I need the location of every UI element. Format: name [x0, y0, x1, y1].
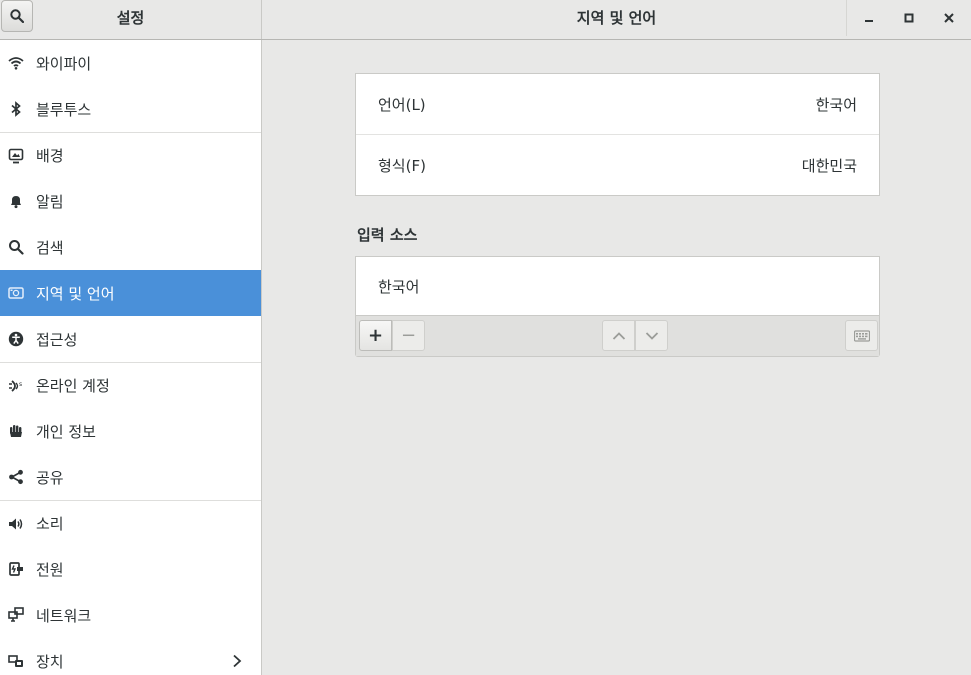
move-up-button[interactable]	[602, 320, 635, 351]
minus-icon: −	[400, 325, 417, 346]
sidebar-item-label: 와이파이	[36, 54, 92, 73]
add-input-source-button[interactable]: +	[359, 320, 392, 351]
chevron-up-icon	[612, 331, 625, 340]
sidebar-item-power[interactable]: 전원	[0, 546, 261, 592]
sidebar-title: 설정	[116, 9, 145, 27]
plus-icon: +	[367, 325, 384, 346]
chevron-right-icon	[233, 654, 242, 668]
svg-text:s: s	[19, 381, 22, 388]
input-sources-title: 입력 소스	[357, 226, 418, 244]
devices-icon	[8, 653, 24, 669]
sidebar-item-bluetooth[interactable]: 블루투스	[0, 86, 261, 132]
language-formats-card: 언어(L) 한국어 형식(F) 대한민국	[355, 73, 880, 196]
close-icon	[944, 13, 954, 23]
header-bar: 설정 지역 및 언어	[0, 0, 971, 40]
keyboard-layout-button[interactable]	[845, 320, 878, 351]
sidebar-header: 설정	[0, 0, 262, 39]
formats-row[interactable]: 형식(F) 대한민국	[356, 134, 879, 195]
bell-icon	[8, 193, 24, 209]
background-icon	[8, 148, 24, 164]
maximize-button[interactable]	[897, 6, 921, 30]
sidebar-item-label: 블루투스	[36, 100, 92, 119]
sidebar-item-notifications[interactable]: 알림	[0, 178, 261, 224]
speaker-icon	[8, 516, 24, 532]
sidebar-item-label: 검색	[36, 238, 64, 257]
main-panel: 언어(L) 한국어 형식(F) 대한민국 입력 소스 한국어 + −	[262, 40, 971, 675]
sidebar-item-label: 배경	[36, 147, 64, 165]
minimize-button[interactable]	[857, 6, 881, 30]
sidebar-item-label: 공유	[36, 468, 64, 487]
sidebar-item-label: 소리	[36, 515, 64, 533]
privacy-hand-icon	[8, 423, 24, 439]
sidebar-item-label: 접근성	[36, 330, 78, 349]
sidebar-item-label: 온라인 계정	[36, 377, 110, 395]
language-label: 언어(L)	[378, 95, 426, 114]
sidebar-item-label: 장치	[36, 652, 64, 671]
remove-input-source-button[interactable]: −	[392, 320, 425, 351]
formats-label: 형식(F)	[378, 156, 426, 175]
network-icon	[8, 607, 24, 623]
sidebar-item-label: 전원	[36, 560, 64, 579]
input-source-row[interactable]: 한국어	[356, 257, 879, 315]
region-icon	[8, 285, 24, 301]
window-controls	[846, 0, 971, 36]
sidebar-item-label: 알림	[36, 192, 64, 211]
minimize-icon	[865, 20, 873, 22]
formats-value: 대한민국	[801, 156, 857, 175]
input-source-label: 한국어	[378, 277, 420, 296]
keyboard-icon	[853, 329, 870, 342]
sidebar-item-search[interactable]: 검색	[0, 224, 261, 270]
sidebar-item-label: 네트워크	[36, 606, 92, 625]
maximize-icon	[904, 13, 914, 23]
language-value: 한국어	[815, 95, 857, 114]
share-icon	[8, 469, 24, 485]
sidebar-item-online-accounts[interactable]: s 온라인 계정	[0, 362, 261, 408]
input-sources-toolbar: + −	[356, 315, 879, 356]
wifi-icon	[8, 55, 24, 71]
sidebar-item-privacy[interactable]: 개인 정보	[0, 408, 261, 454]
bluetooth-icon	[8, 101, 24, 117]
sidebar-item-background[interactable]: 배경	[0, 132, 261, 178]
sidebar-item-wifi[interactable]: 와이파이	[0, 40, 261, 86]
language-row[interactable]: 언어(L) 한국어	[356, 74, 879, 134]
online-accounts-icon: s	[8, 378, 24, 394]
sidebar-item-region-language[interactable]: 지역 및 언어	[0, 270, 261, 316]
sidebar-item-label: 지역 및 언어	[36, 284, 115, 303]
sidebar-item-sharing[interactable]: 공유	[0, 454, 261, 500]
sidebar-item-label: 개인 정보	[36, 422, 96, 441]
sidebar-item-network[interactable]: 네트워크	[0, 592, 261, 638]
accessibility-icon	[8, 331, 24, 347]
sidebar-item-accessibility[interactable]: 접근성	[0, 316, 261, 362]
close-button[interactable]	[937, 6, 961, 30]
sidebar-item-devices[interactable]: 장치	[0, 638, 261, 675]
sidebar-item-sound[interactable]: 소리	[0, 500, 261, 546]
power-icon	[8, 561, 24, 577]
input-sources-card: 한국어 + −	[355, 256, 880, 357]
search-icon	[8, 239, 24, 255]
move-down-button[interactable]	[635, 320, 668, 351]
sidebar: 와이파이 블루투스 배경 알림 검색 지역 및 언어 접근성 s 온라인 계정 …	[0, 40, 262, 675]
chevron-down-icon	[645, 331, 658, 340]
